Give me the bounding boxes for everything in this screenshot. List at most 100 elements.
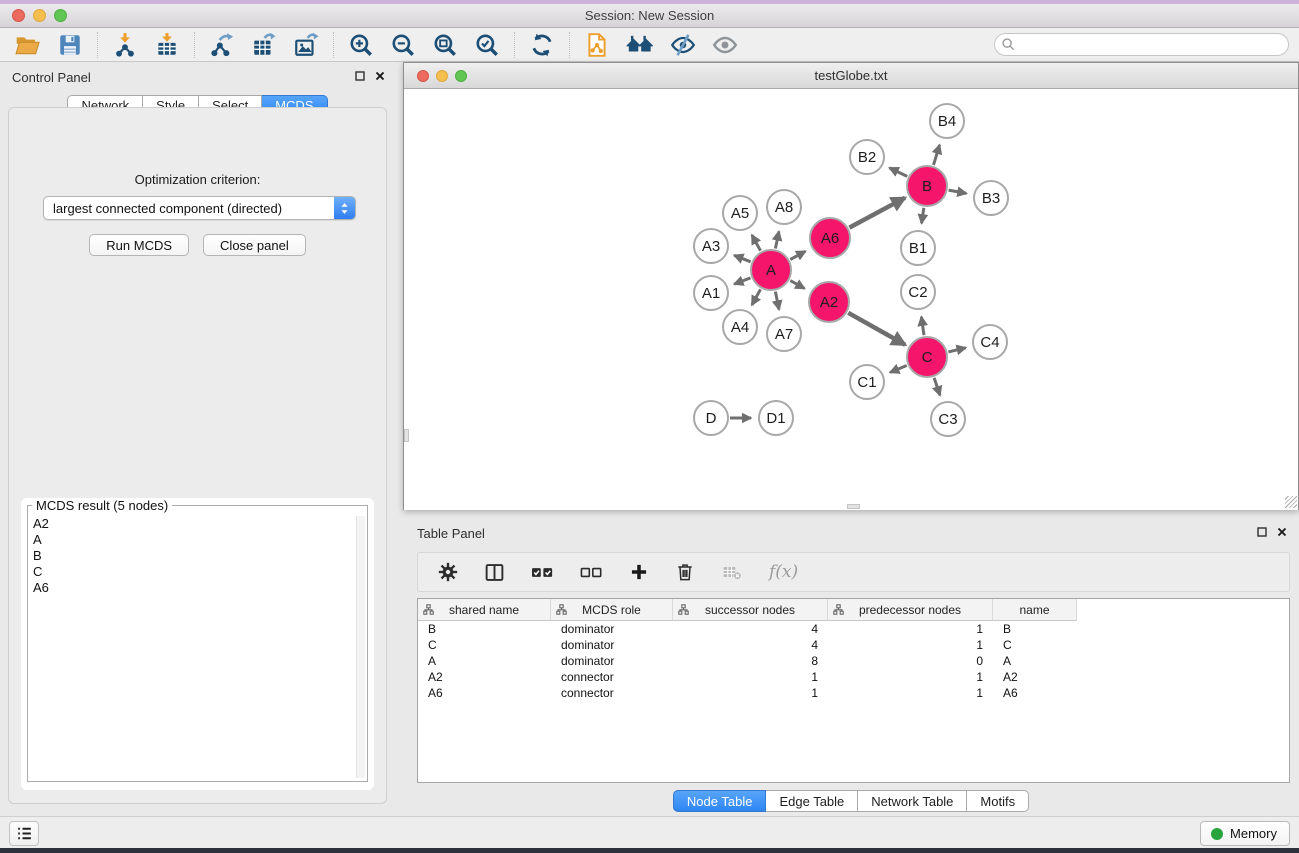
zoom-fit-button[interactable] [428, 30, 462, 60]
table-cell[interactable]: C [993, 638, 1077, 652]
table-cell[interactable]: 1 [673, 686, 828, 700]
table-cell[interactable]: dominator [551, 622, 673, 636]
graph-node-A4[interactable]: A4 [723, 310, 757, 344]
table-cell[interactable]: dominator [551, 654, 673, 668]
mcds-result-item[interactable]: B [33, 548, 353, 564]
graph-node-C1[interactable]: C1 [850, 365, 884, 399]
graph-edge-A-A4[interactable] [752, 289, 761, 305]
graph-edge-A-A2[interactable] [790, 281, 804, 289]
mcds-list-scrollbar[interactable] [356, 516, 365, 778]
mcds-result-item[interactable]: A2 [33, 516, 353, 532]
memory-button[interactable]: Memory [1200, 821, 1290, 846]
table-cell[interactable]: 4 [673, 638, 828, 652]
mcds-result-item[interactable]: C [33, 564, 353, 580]
graph-edge-A-A5[interactable] [752, 235, 761, 251]
open-session-button[interactable] [10, 30, 45, 60]
save-session-button[interactable] [53, 30, 87, 60]
column-header-successor-nodes[interactable]: successor nodes [673, 599, 828, 621]
table-cell[interactable]: C [418, 638, 551, 652]
graph-node-B[interactable]: B [907, 166, 947, 206]
graph-node-C3[interactable]: C3 [931, 402, 965, 436]
mcds-result-item[interactable]: A6 [33, 580, 353, 596]
criterion-dropdown[interactable]: largest connected component (directed) [43, 196, 356, 220]
function-button[interactable]: f(x) [765, 557, 802, 587]
close-panel-button[interactable]: Close panel [203, 234, 306, 256]
graph-node-B1[interactable]: B1 [901, 231, 935, 265]
mcds-result-item[interactable]: A [33, 532, 353, 548]
search-field[interactable] [994, 33, 1289, 56]
collapsed-scrollbar-bottom[interactable] [847, 504, 860, 509]
columns-button[interactable] [480, 557, 509, 587]
graph-node-B2[interactable]: B2 [850, 140, 884, 174]
table-cell[interactable]: B [993, 622, 1077, 636]
table-cell[interactable]: A2 [993, 670, 1077, 684]
table-cell[interactable]: 1 [828, 638, 993, 652]
column-header-mcds-role[interactable]: MCDS role [551, 599, 673, 621]
graph-edge-B-B3[interactable] [949, 190, 967, 193]
table-cell[interactable]: 1 [828, 670, 993, 684]
graph-node-A1[interactable]: A1 [694, 276, 728, 310]
column-header-name[interactable]: name [993, 599, 1077, 621]
graph-node-D[interactable]: D [694, 401, 728, 435]
minimize-traffic-light[interactable] [33, 9, 46, 22]
show-panels-button[interactable] [9, 821, 39, 846]
table-cell[interactable]: B [418, 622, 551, 636]
graph-node-A7[interactable]: A7 [767, 317, 801, 351]
table-panel-close-button[interactable] [1277, 527, 1287, 537]
graph-node-A8[interactable]: A8 [767, 190, 801, 224]
table-cell[interactable]: connector [551, 670, 673, 684]
graph-node-A2[interactable]: A2 [809, 282, 849, 322]
zoom-out-button[interactable] [386, 30, 420, 60]
table-cell[interactable]: connector [551, 686, 673, 700]
table-cell[interactable]: 1 [828, 686, 993, 700]
zoom-in-button[interactable] [344, 30, 378, 60]
table-cell[interactable]: 1 [673, 670, 828, 684]
zoom-selected-button[interactable] [470, 30, 504, 60]
table-cell[interactable]: 4 [673, 622, 828, 636]
hide-selected-button[interactable] [666, 30, 700, 60]
graph-edge-C-C4[interactable] [948, 348, 965, 352]
graph-edge-A-A8[interactable] [775, 232, 779, 249]
import-table-button[interactable] [150, 30, 184, 60]
column-header-shared-name[interactable]: shared name [418, 599, 551, 621]
table-cell[interactable]: A2 [418, 670, 551, 684]
graph-node-A3[interactable]: A3 [694, 229, 728, 263]
table-panel-float-button[interactable] [1257, 527, 1267, 537]
collapsed-scrollbar-left[interactable] [404, 429, 409, 442]
table-cell[interactable]: 0 [828, 654, 993, 668]
graph-edge-C-C1[interactable] [890, 366, 907, 373]
table-cell[interactable]: dominator [551, 638, 673, 652]
network-close-traffic-light[interactable] [417, 70, 429, 82]
network-minimize-traffic-light[interactable] [436, 70, 448, 82]
graph-edge-B-B2[interactable] [890, 168, 908, 177]
settings-button[interactable] [434, 557, 462, 587]
export-image-button[interactable] [289, 30, 323, 60]
graph-edge-C-C2[interactable] [921, 317, 924, 335]
run-mcds-button[interactable]: Run MCDS [89, 234, 189, 256]
select-all-button[interactable] [527, 557, 558, 587]
homes-button[interactable] [622, 30, 658, 60]
show-details-button[interactable] [708, 30, 742, 60]
graph-edge-A6-B[interactable] [849, 198, 905, 228]
graph-node-A[interactable]: A [751, 250, 791, 290]
refresh-button[interactable] [525, 30, 559, 60]
search-input[interactable] [1020, 38, 1270, 52]
export-network-button[interactable] [205, 30, 239, 60]
delete-table-button[interactable] [717, 557, 747, 587]
tab-node-table[interactable]: Node Table [673, 790, 767, 812]
graph-node-B4[interactable]: B4 [930, 104, 964, 138]
close-traffic-light[interactable] [12, 9, 25, 22]
zoom-traffic-light[interactable] [54, 9, 67, 22]
deselect-all-button[interactable] [576, 557, 607, 587]
graph-node-C2[interactable]: C2 [901, 275, 935, 309]
graph-node-A6[interactable]: A6 [810, 218, 850, 258]
table-cell[interactable]: 1 [828, 622, 993, 636]
graph-node-B3[interactable]: B3 [974, 181, 1008, 215]
tab-network-table[interactable]: Network Table [858, 790, 967, 812]
table-cell[interactable]: A6 [418, 686, 551, 700]
control-panel-float-button[interactable] [355, 71, 365, 81]
add-button[interactable] [625, 557, 653, 587]
graph-node-D1[interactable]: D1 [759, 401, 793, 435]
table-cell[interactable]: A [993, 654, 1077, 668]
graph-edge-A-A1[interactable] [734, 278, 750, 284]
